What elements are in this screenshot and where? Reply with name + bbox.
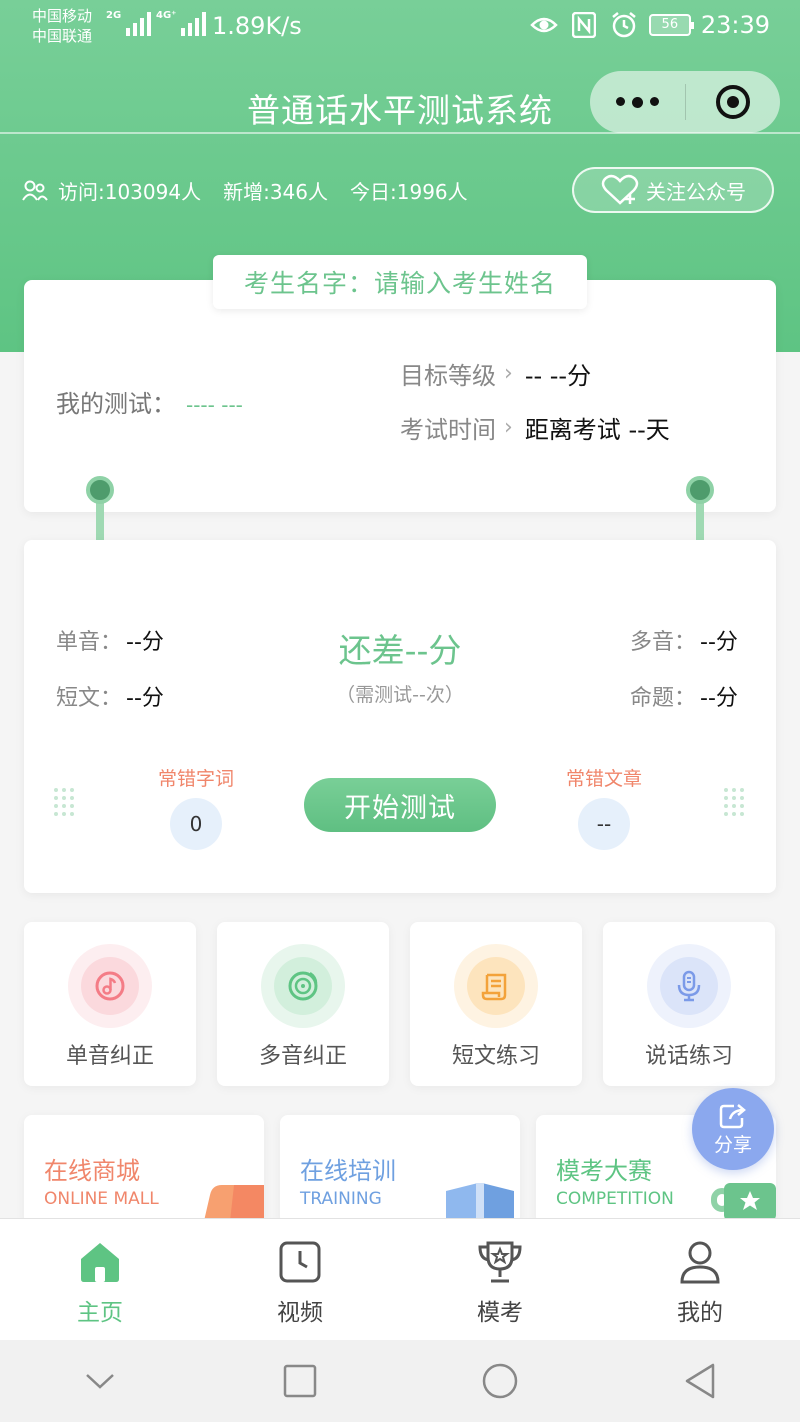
new-count: 新增:346人 [223, 180, 329, 204]
promo-subtitle: TRAINING [300, 1189, 382, 1209]
clock-icon [279, 1241, 321, 1283]
profile-card: 我的测试： ---- --- 目标等级 › -- --分 考试时间 › 距离考试 … [24, 280, 776, 512]
follow-label: 关注公众号 [646, 179, 746, 204]
promo-title: 在线商城 [44, 1157, 140, 1185]
trophy-icon [478, 1241, 522, 1283]
chevron-down-icon[interactable] [0, 1371, 200, 1391]
score-gap: 还差--分 [338, 631, 462, 670]
network-speed: 1.89K/s [212, 12, 302, 40]
target-level-value: -- --分 [524, 362, 592, 390]
feature-single-correction[interactable]: 单音纠正 [24, 922, 196, 1086]
tab-video[interactable]: 视频 [200, 1219, 400, 1340]
my-test-label: 我的测试： [56, 390, 176, 418]
music-note-icon [81, 957, 139, 1015]
today-count: 今日:1996人 [350, 180, 468, 204]
share-icon [719, 1103, 746, 1128]
chevron-right-icon: › [504, 415, 513, 440]
status-bar: 中国移动 中国联通 2G 4G⁺ 1.89K/s 56 23:39 [0, 0, 800, 56]
battery-icon: 56 [648, 14, 694, 36]
start-test-button[interactable]: 开始测试 [304, 778, 496, 832]
feature-label: 短文练习 [451, 1044, 540, 1069]
decor-dots-left [54, 788, 74, 820]
feature-icon-ring [647, 944, 731, 1028]
tab-label: 主页 [77, 1300, 123, 1326]
promo-title: 模考大赛 [556, 1157, 652, 1185]
exam-time-row[interactable]: 考试时间 › 距离考试 --天 [400, 410, 670, 445]
follow-official-account-button[interactable]: 关注公众号 [572, 167, 774, 213]
tab-label: 模考 [477, 1300, 523, 1326]
promo-title: 在线培训 [300, 1157, 396, 1185]
alarm-icon [609, 10, 639, 40]
target-level-row[interactable]: 目标等级 › -- --分 [400, 356, 591, 391]
disc-icon [274, 957, 332, 1015]
carrier-2: 中国联通 [32, 27, 93, 45]
heart-plus-icon [601, 174, 639, 205]
tab-mine[interactable]: 我的 [600, 1219, 800, 1340]
feature-speaking-practice[interactable]: 说话练习 [603, 922, 775, 1086]
common-words-label: 常错字词 [157, 768, 234, 790]
target-level-label: 目标等级 [400, 362, 496, 390]
carrier-1: 中国移动 [32, 7, 93, 25]
feature-label: 单音纠正 [65, 1044, 154, 1069]
more-dots-icon[interactable] [590, 96, 685, 108]
home-circle-icon[interactable] [400, 1362, 600, 1400]
recent-apps-icon[interactable] [200, 1364, 400, 1398]
my-test-value: ---- --- [186, 393, 243, 417]
carrier-names: 中国移动 中国联通 [32, 6, 92, 46]
feature-icon-ring [68, 944, 152, 1028]
feature-icon-ring [454, 944, 538, 1028]
visit-stats: 访问:103094人 新增:346人 今日:1996人 [22, 176, 468, 205]
miniprogram-capsule [590, 71, 780, 133]
user-icon [680, 1241, 720, 1284]
exam-time-label: 考试时间 [400, 416, 496, 444]
nfc-icon [569, 10, 599, 40]
exam-time-value: 距离考试 --天 [524, 416, 670, 444]
promo-subtitle: COMPETITION [556, 1189, 674, 1209]
tab-label: 我的 [677, 1300, 723, 1326]
tests-needed: （需测试--次） [336, 684, 464, 706]
promo-online-training[interactable]: 在线培训 TRAINING [280, 1115, 520, 1225]
feature-label: 说话练习 [644, 1044, 733, 1069]
signal-2-icon: 4G⁺ [156, 10, 207, 36]
tab-mock-exam[interactable]: 模考 [400, 1219, 600, 1340]
microphone-icon [660, 957, 718, 1015]
promo-online-mall[interactable]: 在线商城 ONLINE MALL [24, 1115, 264, 1225]
common-articles-label: 常错文章 [565, 768, 642, 790]
promo-subtitle: ONLINE MALL [44, 1189, 159, 1209]
score-card: 单音： --分 短文： --分 多音： --分 命题： --分 还差--分 （需测试--… [24, 540, 776, 893]
miniprogram-close-icon[interactable] [686, 85, 780, 119]
eye-icon [529, 10, 559, 40]
home-icon [81, 1243, 119, 1282]
my-test: 我的测试： ---- --- [56, 384, 243, 419]
common-articles-count[interactable]: -- [578, 798, 630, 850]
clock: 23:39 [700, 11, 770, 39]
signal-1-icon: 2G [106, 10, 152, 36]
back-triangle-icon[interactable] [600, 1362, 800, 1400]
share-button[interactable]: 分享 [692, 1088, 774, 1170]
system-navigation-bar [0, 1340, 800, 1422]
tab-label: 视频 [277, 1300, 323, 1326]
share-label: 分享 [713, 1133, 752, 1156]
chevron-right-icon: › [504, 361, 513, 386]
feature-essay-practice[interactable]: 短文练习 [410, 922, 582, 1086]
scroll-icon [467, 957, 525, 1015]
decor-dots-right [724, 788, 744, 820]
common-words-count[interactable]: 0 [170, 798, 222, 850]
bottom-tab-bar: 主页 视频 模考 我的 [0, 1218, 800, 1340]
candidate-name-input[interactable]: 考生名字：请输入考生姓名 [213, 255, 587, 309]
users-icon [22, 180, 48, 201]
feature-icon-ring [261, 944, 345, 1028]
feature-label: 多音纠正 [258, 1044, 347, 1069]
feature-multi-correction[interactable]: 多音纠正 [217, 922, 389, 1086]
navigation-bar: 普通话水平测试系统 [0, 56, 800, 134]
visits-count: 访问:103094人 [58, 180, 202, 204]
tab-home[interactable]: 主页 [0, 1219, 200, 1340]
